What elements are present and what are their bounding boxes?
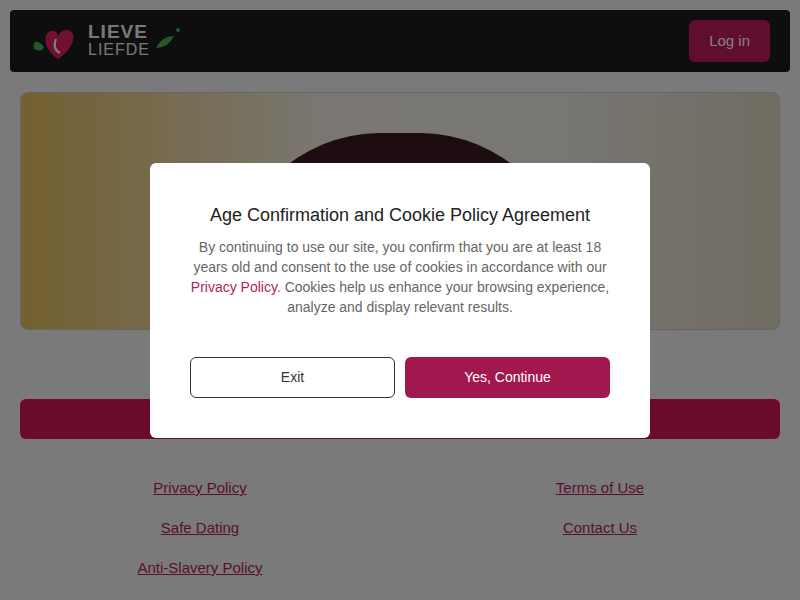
modal-body: By continuing to use our site, you confi… bbox=[190, 237, 610, 317]
overlay: Age Confirmation and Cookie Policy Agree… bbox=[0, 0, 800, 600]
modal-title: Age Confirmation and Cookie Policy Agree… bbox=[210, 203, 590, 227]
exit-button[interactable]: Exit bbox=[190, 357, 395, 398]
continue-button[interactable]: Yes, Continue bbox=[405, 357, 610, 398]
privacy-policy-link[interactable]: Privacy Policy bbox=[191, 279, 277, 295]
age-cookie-modal: Age Confirmation and Cookie Policy Agree… bbox=[150, 163, 650, 438]
page: LIEVELIEFDELog inPrivacy PolicySafe Dati… bbox=[0, 0, 800, 600]
